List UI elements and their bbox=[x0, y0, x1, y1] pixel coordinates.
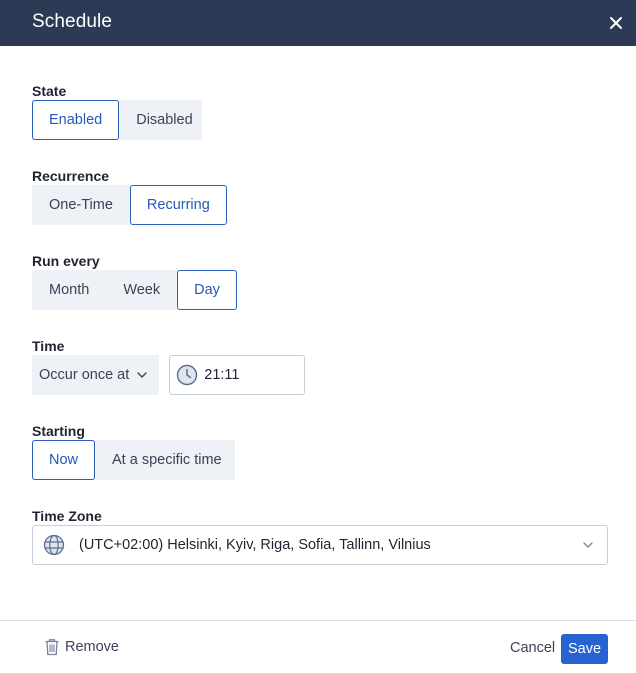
run-every-week-option[interactable]: Week bbox=[106, 270, 177, 310]
time-zone-section: Time Zone (UTC+02:00) Helsinki, Kyiv, Ri… bbox=[32, 507, 608, 565]
time-mode-value: Occur once at bbox=[39, 367, 130, 383]
chevron-down-icon bbox=[137, 372, 147, 378]
state-label: State bbox=[32, 83, 67, 99]
dialog-title: Schedule bbox=[32, 11, 113, 32]
recurrence-recurring-option[interactable]: Recurring bbox=[129, 185, 227, 225]
state-enabled-option[interactable]: Enabled bbox=[32, 100, 120, 140]
recurrence-one-time-option[interactable]: One-Time bbox=[32, 185, 130, 225]
state-disabled-option[interactable]: Disabled bbox=[119, 100, 209, 140]
remove-button[interactable]: Remove bbox=[44, 638, 119, 656]
time-zone-label: Time Zone bbox=[32, 508, 102, 524]
run-every-section: Run every Month Week Day bbox=[32, 252, 237, 310]
starting-now-option[interactable]: Now bbox=[32, 440, 96, 480]
save-button[interactable]: Save bbox=[561, 634, 608, 664]
cancel-button[interactable]: Cancel bbox=[510, 640, 555, 656]
recurrence-segmented-control: One-Time Recurring bbox=[32, 185, 227, 225]
state-section: State Enabled Disabled bbox=[32, 82, 202, 140]
remove-label: Remove bbox=[65, 639, 119, 655]
clock-icon[interactable] bbox=[176, 364, 198, 386]
recurrence-section: Recurrence One-Time Recurring bbox=[32, 167, 227, 225]
globe-icon bbox=[43, 534, 65, 556]
run-every-label: Run every bbox=[32, 253, 100, 269]
run-every-month-option[interactable]: Month bbox=[32, 270, 106, 310]
chevron-down-icon bbox=[583, 542, 593, 548]
time-zone-select[interactable]: (UTC+02:00) Helsinki, Kyiv, Riga, Sofia,… bbox=[32, 525, 608, 565]
starting-specific-time-option[interactable]: At a specific time bbox=[95, 440, 239, 480]
close-icon bbox=[610, 17, 622, 29]
starting-segmented-control: Now At a specific time bbox=[32, 440, 235, 480]
recurrence-label: Recurrence bbox=[32, 168, 110, 184]
time-label: Time bbox=[32, 338, 65, 354]
dialog-header: Schedule bbox=[0, 0, 636, 46]
starting-label: Starting bbox=[32, 423, 85, 439]
time-section: Time Occur once at 21:11 bbox=[32, 337, 306, 395]
starting-section: Starting Now At a specific time bbox=[32, 422, 235, 480]
dialog-footer: Remove Cancel Save bbox=[0, 620, 636, 673]
close-button[interactable] bbox=[604, 11, 628, 35]
run-every-segmented-control: Month Week Day bbox=[32, 270, 237, 310]
time-input[interactable]: 21:11 bbox=[169, 355, 306, 395]
run-every-day-option[interactable]: Day bbox=[177, 270, 237, 310]
trash-icon bbox=[45, 639, 59, 656]
time-value: 21:11 bbox=[204, 367, 240, 383]
time-mode-dropdown[interactable]: Occur once at bbox=[32, 355, 160, 395]
time-zone-value: (UTC+02:00) Helsinki, Kyiv, Riga, Sofia,… bbox=[79, 537, 431, 553]
state-segmented-control: Enabled Disabled bbox=[32, 100, 202, 140]
